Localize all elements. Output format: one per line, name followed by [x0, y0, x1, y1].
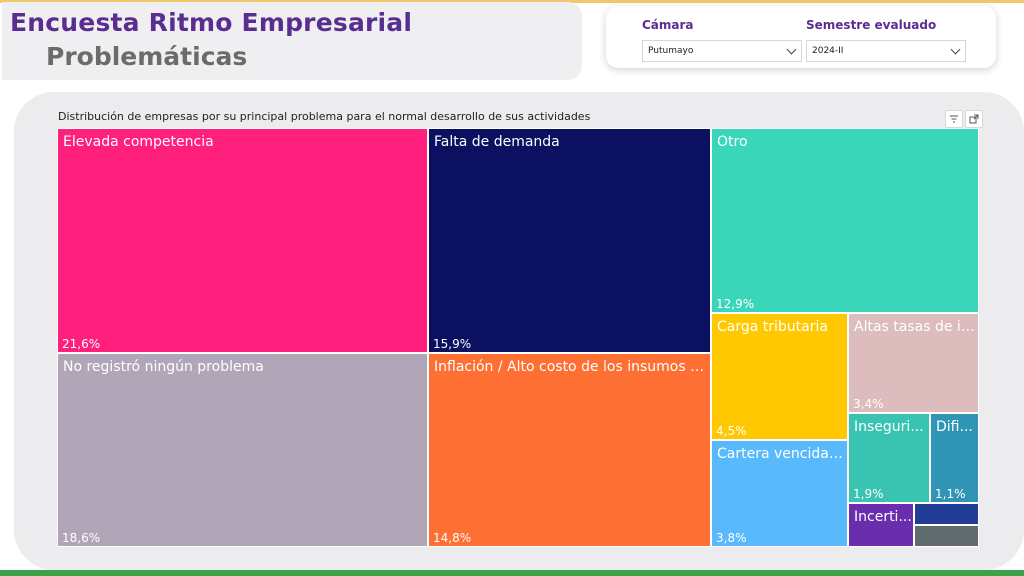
treemap-tile[interactable]: Otro 12,9%	[711, 128, 979, 313]
treemap-chart: Elevada competencia 21,6% No registró ning…	[57, 128, 979, 547]
treemap-tile[interactable]: Cartera vencida y... 3,8%	[711, 440, 848, 547]
treemap-tile-value: 4,5%	[716, 424, 747, 438]
treemap-tile[interactable]: Inseguri... 1,9%	[848, 413, 930, 503]
treemap-tile-value: 15,9%	[433, 337, 472, 351]
filter-icon[interactable]	[945, 110, 963, 128]
treemap-tile-value: 1,9%	[853, 487, 884, 501]
treemap-tile-value: 12,9%	[716, 297, 755, 311]
treemap-tile-label: Elevada competencia	[63, 134, 214, 150]
treemap-tile[interactable]: Carga tributaria 4,5%	[711, 313, 848, 440]
focus-mode-icon[interactable]	[965, 110, 983, 128]
treemap-tile-label: Difi...	[936, 419, 973, 435]
treemap-tile-value: 3,8%	[716, 531, 747, 545]
treemap-tile-label: Inseguri...	[854, 419, 924, 435]
treemap-tile-label: No registró ningún problema	[63, 359, 264, 375]
treemap-tile-value: 18,6%	[62, 531, 101, 545]
bottom-accent-rule	[0, 570, 1024, 576]
treemap-tile[interactable]: Inflación / Alto costo de los insumos ut…	[428, 353, 711, 547]
treemap-tile-value: 14,8%	[433, 531, 472, 545]
treemap-tile[interactable]: Incerti...	[848, 503, 914, 547]
semestre-dropdown[interactable]: 2024-II	[806, 40, 966, 62]
treemap-tile-value: 21,6%	[62, 337, 101, 351]
treemap-tile-label: Cartera vencida y...	[717, 446, 846, 462]
treemap-tile-label: Carga tributaria	[717, 319, 828, 335]
treemap-tile[interactable]: Difi... 1,1%	[930, 413, 979, 503]
title-card: Encuesta Ritmo Empresarial Problemáticas	[2, 2, 582, 80]
treemap-tile-label: Inflación / Alto costo de los insumos ut…	[434, 359, 709, 375]
chart-title: Distribución de empresas por su principa…	[58, 110, 591, 123]
treemap-tile-value: 1,1%	[935, 487, 966, 501]
camara-filter-label: Cámara	[642, 18, 694, 32]
treemap-tile[interactable]: Elevada competencia 21,6%	[57, 128, 428, 353]
report-subtitle: Problemáticas	[46, 42, 248, 71]
camara-dropdown[interactable]: Putumayo	[642, 40, 802, 62]
treemap-tile[interactable]: Falta de demanda 15,9%	[428, 128, 711, 353]
treemap-tile-label: Otro	[717, 134, 748, 150]
treemap-tile[interactable]	[914, 503, 979, 525]
report-title: Encuesta Ritmo Empresarial	[10, 8, 413, 37]
treemap-tile-value: 3,4%	[853, 397, 884, 411]
camara-dropdown-value: Putumayo	[648, 46, 694, 56]
filter-card: Cámara Putumayo Semestre evaluado 2024-I…	[606, 6, 996, 68]
treemap-tile-label: Altas tasas de in...	[854, 319, 977, 335]
treemap-tile-label: Falta de demanda	[434, 134, 560, 150]
treemap-tile[interactable]: No registró ningún problema 18,6%	[57, 353, 428, 547]
semestre-dropdown-value: 2024-II	[812, 46, 844, 56]
camara-filter: Cámara Putumayo	[642, 16, 802, 62]
semestre-filter: Semestre evaluado 2024-II	[806, 16, 966, 62]
treemap-tile[interactable]: Altas tasas de in... 3,4%	[848, 313, 979, 413]
treemap-tile[interactable]	[914, 525, 979, 547]
semestre-filter-label: Semestre evaluado	[806, 18, 937, 32]
chevron-down-icon	[786, 44, 797, 55]
chevron-down-icon	[950, 44, 961, 55]
treemap-tile-label: Incerti...	[854, 509, 912, 525]
